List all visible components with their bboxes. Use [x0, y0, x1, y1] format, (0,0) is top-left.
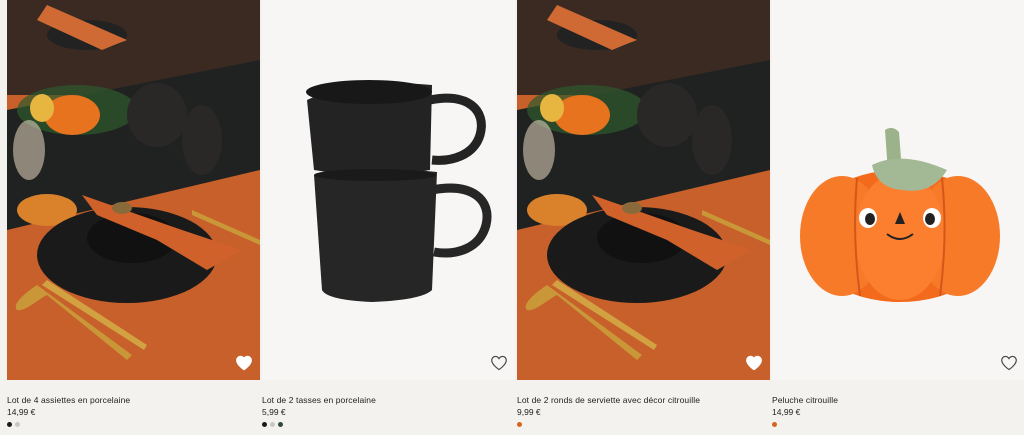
product-image-napkin-rings[interactable]	[517, 0, 770, 380]
product-grid: Lot de 4 assiettes en porcelaine 14,99 €	[0, 0, 1024, 435]
color-swatches	[7, 422, 20, 427]
color-swatch[interactable]	[7, 422, 12, 427]
product-image-mugs[interactable]	[262, 0, 515, 380]
color-swatches	[517, 422, 522, 427]
product-name[interactable]: Lot de 4 assiettes en porcelaine	[7, 395, 130, 405]
color-swatch[interactable]	[772, 422, 777, 427]
product-price: 9,99 €	[517, 407, 541, 417]
heart-outline-icon[interactable]	[235, 355, 253, 371]
product-card[interactable]: Lot de 2 tasses en porcelaine 5,99 €	[262, 0, 515, 435]
product-image-table-setting[interactable]	[7, 0, 260, 380]
color-swatch[interactable]	[270, 422, 275, 427]
color-swatches	[262, 422, 283, 427]
product-name[interactable]: Peluche citrouille	[772, 395, 838, 405]
heart-outline-icon[interactable]	[490, 355, 508, 371]
heart-outline-icon[interactable]	[1000, 355, 1018, 371]
product-card[interactable]: Lot de 4 assiettes en porcelaine 14,99 €	[7, 0, 260, 435]
color-swatch[interactable]	[517, 422, 522, 427]
heart-outline-icon[interactable]	[745, 355, 763, 371]
color-swatch[interactable]	[15, 422, 20, 427]
product-image-pumpkin-plush[interactable]	[772, 0, 1024, 380]
product-name[interactable]: Lot de 2 tasses en porcelaine	[262, 395, 376, 405]
color-swatches	[772, 422, 777, 427]
color-swatch[interactable]	[262, 422, 267, 427]
color-swatch[interactable]	[278, 422, 283, 427]
product-card[interactable]: Lot de 2 ronds de serviette avec décor c…	[517, 0, 770, 435]
product-price: 5,99 €	[262, 407, 286, 417]
product-price: 14,99 €	[7, 407, 36, 417]
product-price: 14,99 €	[772, 407, 801, 417]
product-name[interactable]: Lot de 2 ronds de serviette avec décor c…	[517, 395, 700, 405]
product-card[interactable]: Peluche citrouille 14,99 €	[772, 0, 1024, 435]
